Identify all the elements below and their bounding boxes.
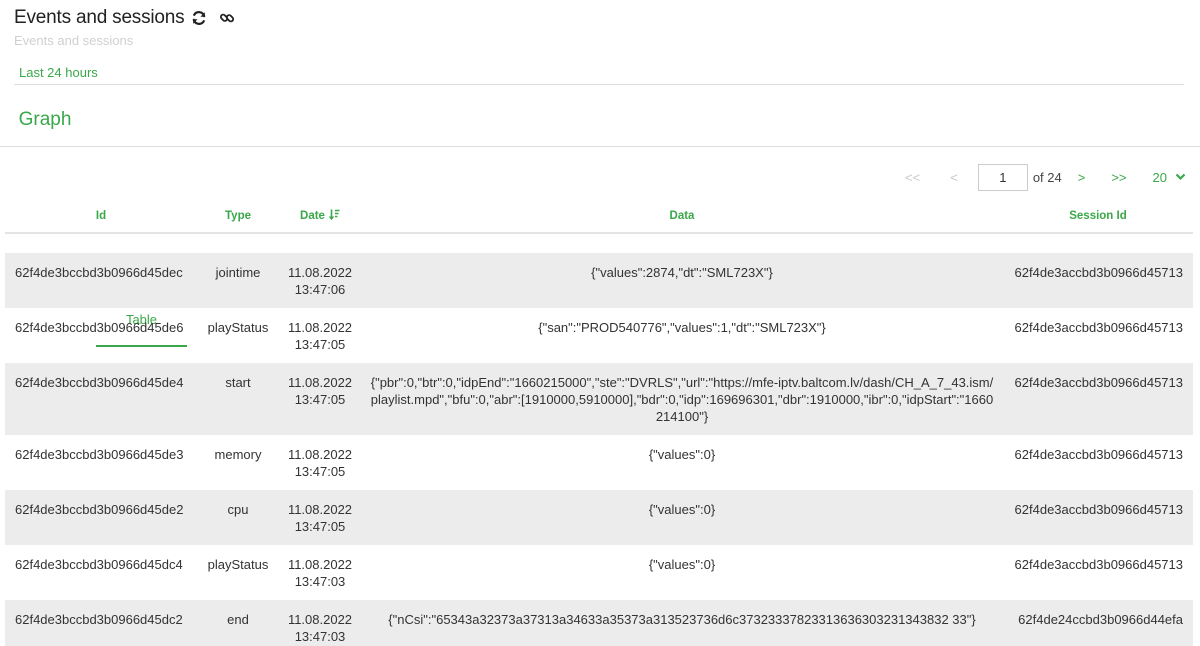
table-spacer <box>5 234 1193 253</box>
cell-type: cpu <box>227 502 249 517</box>
first-page-button[interactable]: << <box>899 170 926 185</box>
cell-id: 62f4de3bccbd3b0966d45dc2 <box>15 612 183 627</box>
view-tabs: Graph Table <box>0 100 1200 347</box>
cell-session-id: 62f4de3accbd3b0966d45713 <box>1014 265 1183 280</box>
cell-id: 62f4de3bccbd3b0966d45de3 <box>15 447 184 462</box>
cell-date-time: 13:47:03 <box>294 574 346 589</box>
cell-date-time: 13:47:05 <box>294 337 346 352</box>
table-header: Id Type Date Data Session Id <box>5 200 1193 234</box>
time-range-label[interactable]: Last 24 hours <box>14 64 1184 81</box>
cell-session-id: 62f4de3accbd3b0966d45713 <box>1014 375 1183 390</box>
table-row[interactable]: 62f4de3bccbd3b0966d45de6 playStatus 11.08.… <box>5 308 1193 363</box>
cell-id: 62f4de3bccbd3b0966d45dec <box>15 265 183 280</box>
column-header-data[interactable]: Data <box>361 210 1003 222</box>
cell-data: {"san":"PROD540776","values":1,"dt":"SML… <box>538 320 826 335</box>
cell-session-id: 62f4de3accbd3b0966d45713 <box>1014 557 1183 572</box>
cell-session-id: 62f4de24ccbd3b0966d44efa <box>1018 612 1183 627</box>
cell-data: {"values":2874,"dt":"SML723X"} <box>591 265 773 280</box>
column-header-id[interactable]: Id <box>5 210 197 222</box>
pagination: << < of 24 > >> 20 <box>899 163 1186 191</box>
cell-date-day: 11.08.2022 <box>287 502 353 517</box>
cell-date: 11.08.2022 13:47:03 <box>279 611 361 645</box>
cell-type: jointime <box>215 265 261 280</box>
prev-page-button[interactable]: < <box>944 170 964 185</box>
cell-session-id: 62f4de3accbd3b0966d45713 <box>1014 502 1183 517</box>
table-row[interactable]: 62f4de3bccbd3b0966d45de4 start 11.08.2022 1… <box>5 363 1193 435</box>
cell-data: {"values":0} <box>648 447 716 462</box>
cell-date: 11.08.2022 13:47:05 <box>279 446 361 480</box>
tab-graph[interactable]: Graph <box>14 100 76 146</box>
cell-date-day: 11.08.2022 <box>287 320 353 335</box>
table-row[interactable]: 62f4de3bccbd3b0966d45dc4 playStatus 11.08.… <box>5 545 1193 600</box>
cell-date-time: 13:47:05 <box>294 519 346 534</box>
cell-date: 11.08.2022 13:47:05 <box>279 374 361 425</box>
page-count-label: of 24 <box>1032 169 1062 185</box>
cell-date: 11.08.2022 13:47:03 <box>279 556 361 590</box>
table-row[interactable]: 62f4de3bccbd3b0966d45de2 cpu 11.08.2022 13:… <box>5 490 1193 545</box>
page-number-input[interactable] <box>977 163 1028 191</box>
page-size-select[interactable]: 20 <box>1153 170 1186 185</box>
events-table: Id Type Date Data Session Id 62f4de3bccb… <box>5 200 1193 646</box>
cell-type: end <box>227 612 249 627</box>
cell-type: playStatus <box>207 557 269 572</box>
time-range-selector[interactable]: Last 24 hours <box>14 64 1184 85</box>
next-page-button[interactable]: > <box>1072 170 1092 185</box>
column-header-session-id[interactable]: Session Id <box>1003 210 1193 222</box>
cell-id: 62f4de3bccbd3b0966d45dc4 <box>15 557 183 572</box>
cell-date-time: 13:47:03 <box>294 629 346 644</box>
page-header: Events and sessions Events and sessions <box>14 6 236 48</box>
cell-date-day: 11.08.2022 <box>287 447 353 462</box>
link-icon[interactable] <box>218 9 236 27</box>
cell-session-id: 62f4de3accbd3b0966d45713 <box>1014 447 1183 462</box>
cell-data: {"nCsi":"65343a32373a37313a34633a35373a3… <box>388 612 976 627</box>
cell-type: playStatus <box>207 320 269 335</box>
cell-date-day: 11.08.2022 <box>287 375 353 390</box>
cell-type: memory <box>214 447 262 462</box>
cell-date-time: 13:47:06 <box>294 282 346 297</box>
cell-id: 62f4de3bccbd3b0966d45de4 <box>15 375 184 390</box>
cell-data: {"values":0} <box>648 502 716 517</box>
last-page-button[interactable]: >> <box>1105 170 1132 185</box>
table-body: 62f4de3bccbd3b0966d45dec jointime 11.08.20… <box>5 253 1193 646</box>
page-title: Events and sessions <box>14 7 185 28</box>
chevron-down-icon <box>1175 173 1186 181</box>
cell-date: 11.08.2022 13:47:05 <box>279 319 361 353</box>
cell-date-time: 13:47:05 <box>294 464 346 479</box>
column-header-type[interactable]: Type <box>197 210 279 222</box>
cell-date: 11.08.2022 13:47:05 <box>279 501 361 535</box>
table-row[interactable]: 62f4de3bccbd3b0966d45dc2 end 11.08.2022 13:… <box>5 600 1193 646</box>
column-header-date[interactable]: Date <box>279 209 361 223</box>
cell-data: {"pbr":0,"btr":0,"idpEnd":"1660215000","… <box>370 375 994 424</box>
cell-id: 62f4de3bccbd3b0966d45de2 <box>15 502 184 517</box>
cell-session-id: 62f4de3accbd3b0966d45713 <box>1014 320 1183 335</box>
cell-date-time: 13:47:05 <box>294 392 346 407</box>
cell-type: start <box>225 375 251 390</box>
title-row: Events and sessions <box>14 6 236 30</box>
cell-data: {"values":0} <box>648 557 716 572</box>
refresh-icon[interactable] <box>190 9 208 27</box>
cell-date-day: 11.08.2022 <box>287 612 353 627</box>
cell-date: 11.08.2022 13:47:06 <box>279 264 361 298</box>
cell-date-day: 11.08.2022 <box>287 265 353 280</box>
page-subtitle: Events and sessions <box>14 33 134 48</box>
sort-descending-icon <box>328 209 340 223</box>
table-row[interactable]: 62f4de3bccbd3b0966d45de3 memory 11.08.2022… <box>5 435 1193 490</box>
cell-id: 62f4de3bccbd3b0966d45de6 <box>15 320 184 335</box>
table-row[interactable]: 62f4de3bccbd3b0966d45dec jointime 11.08.20… <box>5 253 1193 308</box>
page-size-value: 20 <box>1152 169 1167 185</box>
cell-date-day: 11.08.2022 <box>287 557 353 572</box>
